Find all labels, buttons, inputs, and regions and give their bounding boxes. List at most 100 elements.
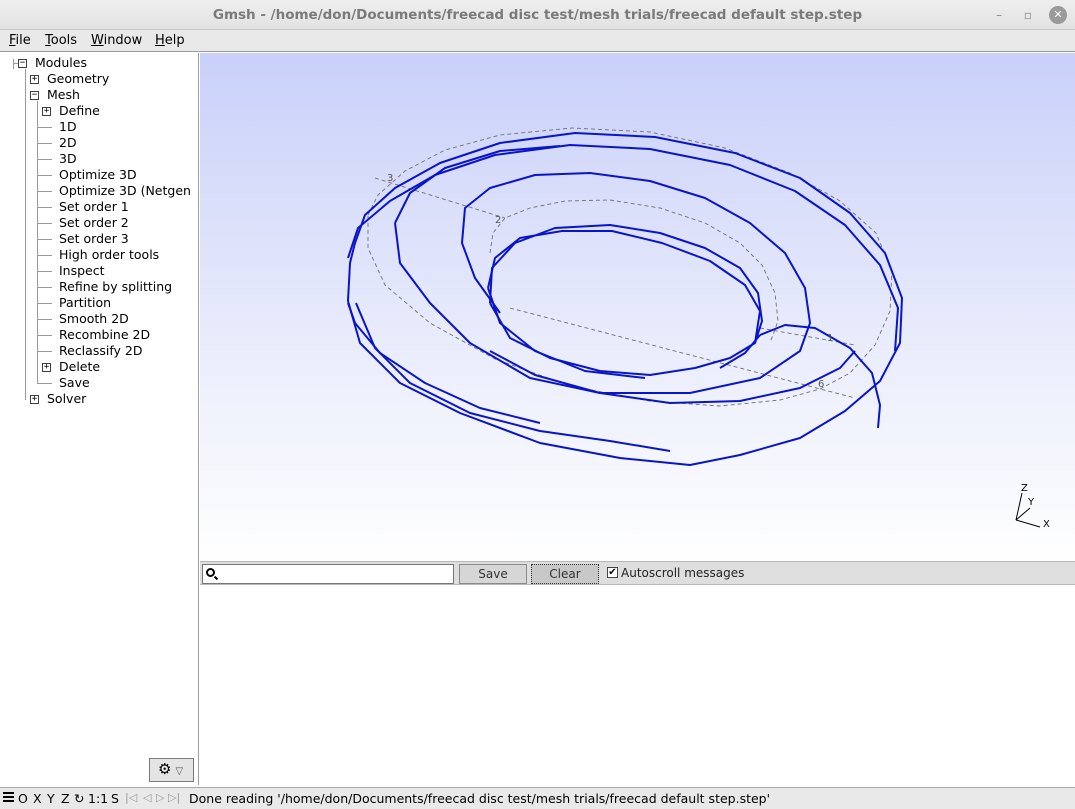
message-console[interactable] [200, 586, 1075, 785]
rotate-icon[interactable]: ↻ [74, 791, 84, 806]
message-search-input[interactable] [202, 564, 454, 584]
view-x-button[interactable]: X [33, 791, 42, 806]
tree-guide [37, 255, 52, 256]
graphics-viewport[interactable]: 3 2 1 6 Z Y X [200, 53, 1075, 561]
construction-curve [367, 127, 893, 407]
tree-item-define[interactable]: Define [59, 103, 100, 119]
s-button[interactable]: S [111, 791, 119, 806]
point-label: 6 [818, 379, 824, 390]
gear-icon: ⚙ [158, 760, 172, 778]
window-titlebar: Gmsh - /home/don/Documents/freecad disc … [0, 0, 1075, 30]
expand-icon[interactable]: + [30, 75, 39, 84]
tree-guide [13, 59, 14, 69]
tree-item-geometry[interactable]: Geometry [47, 71, 109, 87]
minimize-button[interactable]: – [990, 6, 1008, 24]
menu-file[interactable]: File [9, 33, 31, 48]
maximize-button[interactable]: ▫ [1019, 6, 1037, 24]
expand-icon[interactable]: + [30, 395, 39, 404]
mesh-curves [347, 132, 903, 466]
mesh-curve [487, 230, 761, 344]
view-z-button[interactable]: Z [61, 791, 70, 806]
tree-item-1d[interactable]: 1D [59, 119, 77, 135]
tree-item-2d[interactable]: 2D [59, 135, 77, 151]
axis-z-label: Z [1021, 483, 1028, 494]
status-message: Done reading '/home/don/Documents/freeca… [189, 791, 771, 806]
menu-window[interactable]: Window [91, 33, 142, 48]
dropdown-arrow-icon: ▽ [175, 766, 184, 777]
tree-item-modules[interactable]: Modules [35, 55, 87, 71]
tree-guide [37, 239, 52, 240]
tree-item-optimize-3d[interactable]: Optimize 3D [59, 167, 137, 183]
tree-item-smooth-2d[interactable]: Smooth 2D [59, 311, 129, 327]
last-step-icon[interactable]: ▷| [168, 791, 180, 804]
point-label: 2 [495, 215, 501, 226]
tree-item-mesh[interactable]: Mesh [47, 87, 80, 103]
tree-guide [37, 207, 52, 208]
window-title: Gmsh - /home/don/Documents/freecad disc … [212, 7, 863, 23]
tree-item-reclassify-2d[interactable]: Reclassify 2D [59, 343, 142, 359]
prev-step-icon[interactable]: ◁ [143, 791, 151, 804]
tree-item-high-order-tools[interactable]: High order tools [59, 247, 159, 263]
view-origin-button[interactable]: O [18, 791, 28, 806]
collapse-icon[interactable]: − [30, 91, 39, 100]
construction-lines [367, 127, 893, 407]
next-step-icon[interactable]: ▷ [156, 791, 164, 804]
tree-item-set-order-2[interactable]: Set order 2 [59, 215, 129, 231]
tree-guide [37, 319, 52, 320]
mesh-curve [347, 132, 903, 466]
tree-item-optimize-3d-netgen[interactable]: Optimize 3D (Netgen [59, 183, 191, 199]
options-button[interactable]: ⚙ ▽ [149, 758, 194, 782]
tree-guide [37, 271, 52, 272]
tree-item-partition[interactable]: Partition [59, 295, 111, 311]
mesh-curve [489, 224, 763, 376]
message-toggle-icon[interactable] [3, 792, 14, 804]
close-button[interactable]: ✕ [1049, 6, 1067, 24]
expand-icon[interactable]: + [42, 363, 51, 372]
tree-item-refine-by-splitting[interactable]: Refine by splitting [59, 279, 172, 295]
tree-guide [37, 303, 52, 304]
tree-guide [37, 127, 52, 128]
first-step-icon[interactable]: |◁ [125, 791, 137, 804]
message-toolbar: Save Clear ✔ Autoscroll messages [200, 561, 1075, 585]
mesh-curve [759, 324, 881, 429]
mesh-curve [487, 287, 646, 379]
autoscroll-label: Autoscroll messages [621, 566, 745, 580]
collapse-icon[interactable]: − [18, 59, 27, 68]
tree-guide [37, 335, 52, 336]
tree-item-inspect[interactable]: Inspect [59, 263, 105, 279]
tree-item-solver[interactable]: Solver [47, 391, 86, 407]
axes-icon: Z Y X [1015, 483, 1050, 530]
tree-guide [37, 287, 52, 288]
tree-guide [25, 69, 26, 400]
tree-guide [37, 351, 52, 352]
tree-item-set-order-1[interactable]: Set order 1 [59, 199, 129, 215]
tree-item-recombine-2d[interactable]: Recombine 2D [59, 327, 150, 343]
menu-tools[interactable]: Tools [45, 33, 77, 48]
mesh-drawing: 3 2 1 6 Z Y X [347, 127, 1050, 530]
tree-guide [37, 383, 52, 384]
statusbar: O X Y Z ↻ 1:1 S |◁ ◁ ▷ ▷| Done reading '… [0, 787, 1075, 809]
scale-button[interactable]: 1:1 [88, 791, 108, 806]
clear-messages-button[interactable]: Clear [531, 564, 599, 584]
tree-item-set-order-3[interactable]: Set order 3 [59, 231, 129, 247]
mesh-curve [489, 350, 856, 404]
point-label: 3 [387, 173, 393, 184]
tree-guide [37, 143, 52, 144]
tree-guide [37, 175, 52, 176]
mesh-curve [347, 144, 899, 352]
axis-x-label: X [1043, 519, 1050, 530]
tree-guide [37, 191, 52, 192]
tree-guide [37, 159, 52, 160]
view-y-button[interactable]: Y [47, 791, 55, 806]
save-messages-button[interactable]: Save [459, 564, 527, 584]
search-icon [206, 568, 215, 577]
tree-item-3d[interactable]: 3D [59, 151, 77, 167]
menubar: File Tools Window Help [0, 30, 1075, 52]
mesh-curve [394, 172, 811, 394]
tree-item-save[interactable]: Save [59, 375, 90, 391]
autoscroll-checkbox[interactable]: ✔ [607, 567, 618, 578]
axis-y-label: Y [1027, 497, 1035, 508]
menu-help[interactable]: Help [155, 33, 185, 48]
expand-icon[interactable]: + [42, 107, 51, 116]
tree-item-delete[interactable]: Delete [59, 359, 100, 375]
